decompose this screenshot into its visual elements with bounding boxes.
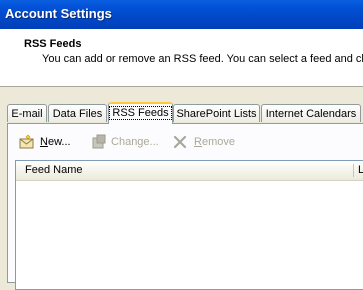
tab-data-files-label: Data Files (52, 108, 103, 120)
remove-button-label: Remove (194, 136, 235, 148)
feed-list[interactable]: Feed Name L (15, 160, 363, 290)
header-subtitle: You can add or remove an RSS feed. You c… (42, 53, 363, 65)
tab-email-label: E-mail (11, 108, 43, 120)
remove-x-icon (172, 134, 190, 150)
tab-sharepoint-lists-label: SharePoint Lists (176, 108, 257, 120)
tab-strip: E-mail Data Files RSS Feeds SharePoint L… (7, 102, 363, 124)
change-icon (89, 134, 107, 150)
tab-internet-calendars[interactable]: Internet Calendars (261, 104, 361, 122)
tab-rss-feeds[interactable]: RSS Feeds (108, 102, 173, 124)
new-feed-icon (18, 134, 36, 150)
tab-internet-calendars-label: Internet Calendars (265, 108, 357, 120)
tab-data-files[interactable]: Data Files (48, 104, 107, 122)
change-button-label: Change... (111, 136, 159, 148)
column-header-row: Feed Name L (16, 161, 363, 181)
column-header-last-updated[interactable]: L (358, 164, 363, 176)
column-separator[interactable] (353, 164, 354, 177)
tab-sharepoint-lists[interactable]: SharePoint Lists (173, 104, 260, 122)
column-header-feed-name[interactable]: Feed Name (25, 164, 82, 176)
tab-rss-feeds-label: RSS Feeds (109, 106, 172, 120)
new-button-label: New... (40, 136, 71, 148)
header-title: RSS Feeds (24, 38, 82, 50)
header-banner: RSS Feeds You can add or remove an RSS f… (0, 29, 363, 87)
window-title: Account Settings (5, 6, 112, 21)
title-bar[interactable]: Account Settings (0, 0, 363, 29)
tab-email[interactable]: E-mail (7, 104, 47, 122)
rss-feeds-panel: New... Change... Remove Feed Name L (7, 123, 363, 290)
